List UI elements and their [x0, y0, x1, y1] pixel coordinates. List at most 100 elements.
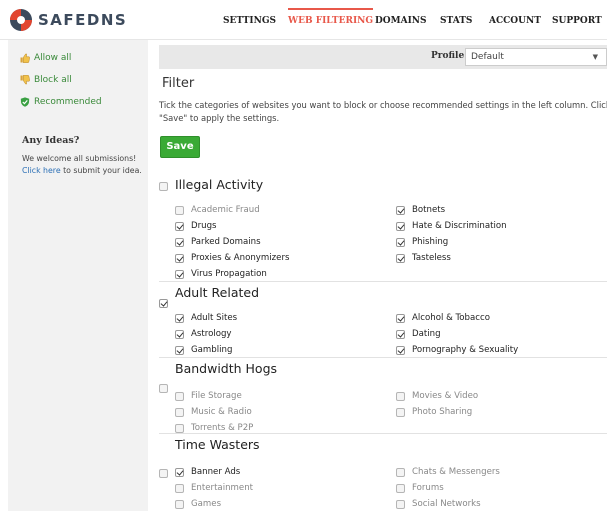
- category-checkbox[interactable]: [396, 253, 405, 263]
- category-torrents-p2p[interactable]: Torrents & P2P: [175, 423, 253, 433]
- category-checkbox[interactable]: [175, 345, 184, 355]
- nav-domains[interactable]: DOMAINS: [375, 0, 427, 40]
- category-entertainment[interactable]: Entertainment: [175, 483, 253, 493]
- category-label: Hate & Discrimination: [412, 221, 507, 231]
- category-tasteless[interactable]: Tasteless: [396, 253, 451, 263]
- category-label: Alcohol & Tobacco: [412, 313, 490, 323]
- category-forums[interactable]: Forums: [396, 483, 444, 493]
- profile-selected-value: Default: [471, 52, 504, 62]
- category-movies-video[interactable]: Movies & Video: [396, 391, 478, 401]
- logo[interactable]: SAFEDNS: [10, 8, 127, 32]
- category-checkbox[interactable]: [175, 391, 184, 401]
- category-adult-sites[interactable]: Adult Sites: [175, 313, 237, 323]
- block-all-link[interactable]: Block all: [20, 75, 72, 85]
- category-photo-sharing[interactable]: Photo Sharing: [396, 407, 472, 417]
- category-games[interactable]: Games: [175, 499, 221, 509]
- category-proxies-anonymizers[interactable]: Proxies & Anonymizers: [175, 253, 289, 263]
- category-astrology[interactable]: Astrology: [175, 329, 232, 339]
- category-label: Photo Sharing: [412, 407, 473, 417]
- category-checkbox[interactable]: [396, 329, 405, 339]
- category-social-networks[interactable]: Social Networks: [396, 499, 481, 509]
- category-checkbox[interactable]: [175, 407, 184, 417]
- category-gambling[interactable]: Gambling: [175, 345, 232, 355]
- category-label: Social Networks: [412, 499, 481, 509]
- category-checkbox[interactable]: [175, 467, 184, 477]
- category-label: Movies & Video: [412, 391, 479, 401]
- category-checkbox[interactable]: [175, 253, 184, 263]
- profile-select[interactable]: Default ▼: [465, 48, 607, 66]
- allow-all-label: Allow all: [34, 53, 72, 63]
- category-pornography-sexuality[interactable]: Pornography & Sexuality: [396, 345, 518, 355]
- category-checkbox[interactable]: [175, 329, 184, 339]
- section-checkbox-time-wasters[interactable]: [159, 469, 168, 478]
- category-music-radio[interactable]: Music & Radio: [175, 407, 252, 417]
- category-chats-messengers[interactable]: Chats & Messengers: [396, 467, 500, 477]
- category-alcohol-tobacco[interactable]: Alcohol & Tobacco: [396, 313, 490, 323]
- recommended-link[interactable]: Recommended: [20, 97, 102, 107]
- nav-account[interactable]: ACCOUNT: [489, 0, 541, 40]
- category-checkbox[interactable]: [396, 205, 405, 215]
- section-title-illegal-activity: Illegal Activity: [175, 177, 264, 192]
- category-botnets[interactable]: Botnets: [396, 205, 445, 215]
- category-checkbox[interactable]: [175, 237, 184, 247]
- top-navigation: SAFEDNS SETTINGS WEB FILTERING DOMAINS S…: [0, 0, 607, 40]
- thumbs-up-icon: [20, 53, 30, 63]
- category-checkbox[interactable]: [175, 423, 184, 433]
- category-label: Phishing: [412, 237, 449, 247]
- category-checkbox[interactable]: [175, 269, 184, 279]
- category-label: Virus Propagation: [191, 269, 267, 279]
- category-label: Astrology: [191, 329, 232, 339]
- category-phishing[interactable]: Phishing: [396, 237, 448, 247]
- section-title-bandwidth-hogs: Bandwidth Hogs: [175, 361, 278, 376]
- section-checkbox-bandwidth-hogs[interactable]: [159, 384, 168, 393]
- category-checkbox[interactable]: [396, 345, 405, 355]
- category-label: Torrents & P2P: [191, 423, 254, 433]
- chevron-down-icon: ▼: [592, 53, 598, 61]
- category-checkbox[interactable]: [396, 237, 405, 247]
- category-label: Forums: [412, 483, 444, 493]
- category-drugs[interactable]: Drugs: [175, 221, 217, 231]
- section-checkbox-illegal-activity[interactable]: [159, 182, 168, 191]
- category-label: Proxies & Anonymizers: [191, 253, 290, 263]
- nav-web-filtering[interactable]: WEB FILTERING: [288, 0, 374, 40]
- category-checkbox[interactable]: [396, 391, 405, 401]
- ideas-text: We welcome all submissions! Click here t…: [22, 153, 147, 177]
- section-divider: [159, 281, 607, 282]
- category-label: Music & Radio: [191, 407, 252, 417]
- category-dating[interactable]: Dating: [396, 329, 441, 339]
- section-divider: [159, 433, 607, 434]
- ideas-welcome: We welcome all submissions!: [22, 154, 137, 163]
- section-checkbox-adult-related[interactable]: [159, 299, 168, 308]
- nav-support[interactable]: SUPPORT: [552, 0, 602, 40]
- shield-check-icon: [20, 97, 30, 107]
- recommended-label: Recommended: [34, 97, 102, 107]
- category-hate-discrimination[interactable]: Hate & Discrimination: [396, 221, 507, 231]
- save-button[interactable]: Save: [160, 136, 200, 158]
- category-parked-domains[interactable]: Parked Domains: [175, 237, 261, 247]
- category-checkbox[interactable]: [175, 221, 184, 231]
- category-label: Chats & Messengers: [412, 467, 500, 477]
- category-checkbox[interactable]: [175, 313, 184, 323]
- nav-settings[interactable]: SETTINGS: [223, 0, 276, 40]
- category-checkbox[interactable]: [396, 499, 405, 509]
- section-divider: [159, 357, 607, 358]
- allow-all-link[interactable]: Allow all: [20, 53, 71, 63]
- category-academic-fraud[interactable]: Academic Fraud: [175, 205, 260, 215]
- category-checkbox[interactable]: [396, 467, 405, 477]
- category-label: Dating: [412, 329, 441, 339]
- category-checkbox[interactable]: [396, 221, 405, 231]
- category-checkbox[interactable]: [396, 407, 405, 417]
- category-label: Entertainment: [191, 483, 254, 493]
- submit-idea-link[interactable]: Click here: [22, 166, 61, 175]
- category-virus-propagation[interactable]: Virus Propagation: [175, 269, 267, 279]
- category-label: Adult Sites: [191, 313, 238, 323]
- category-file-storage[interactable]: File Storage: [175, 391, 242, 401]
- category-checkbox[interactable]: [175, 499, 184, 509]
- category-checkbox[interactable]: [396, 483, 405, 493]
- category-checkbox[interactable]: [175, 483, 184, 493]
- category-banner-ads[interactable]: Banner Ads: [175, 467, 240, 477]
- category-checkbox[interactable]: [175, 205, 184, 215]
- category-checkbox[interactable]: [396, 313, 405, 323]
- nav-stats[interactable]: STATS: [440, 0, 472, 40]
- section-title-time-wasters: Time Wasters: [175, 437, 260, 452]
